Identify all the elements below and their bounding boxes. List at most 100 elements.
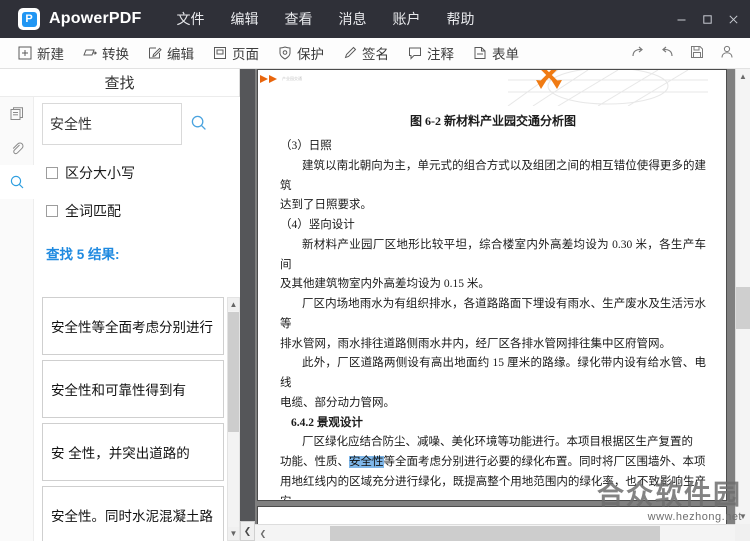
convert-icon — [82, 45, 98, 61]
results-scrollbar[interactable]: ▲ ▼ — [227, 297, 240, 541]
vertical-scroll-thumb[interactable] — [736, 287, 750, 329]
toolbar-button-protect[interactable]: 保护 — [268, 38, 333, 69]
doc-paragraph: 电缆、部分动力管网。 — [280, 396, 395, 409]
viewer-vertical-scrollbar[interactable]: ▲ ▼ — [735, 69, 750, 524]
comment-icon — [407, 45, 423, 61]
scroll-left-button[interactable]: ❮ — [255, 525, 271, 541]
undo-button[interactable] — [652, 38, 682, 69]
save-icon — [689, 44, 705, 63]
toolbar-label-protect: 保护 — [297, 47, 324, 62]
doc-paragraph: 及其他建筑物室内外高差均设为 0.15 米。 — [280, 278, 490, 291]
account-button[interactable] — [712, 38, 742, 69]
result-item-2[interactable]: 安全性和可靠性得到有 — [42, 360, 224, 418]
search-icon — [9, 174, 25, 190]
window-controls — [668, 0, 746, 38]
minimize-button[interactable] — [668, 7, 694, 31]
redo-button[interactable] — [622, 38, 652, 69]
figure-caption: 图 6-2 新材料产业园交通分析图 — [410, 114, 576, 128]
menu-item-edit[interactable]: 编辑 — [217, 5, 271, 33]
horizontal-scroll-thumb[interactable] — [330, 526, 660, 541]
menu-item-view[interactable]: 查看 — [271, 5, 325, 33]
panel-title: 查找 — [0, 69, 239, 97]
results-header: 查找 5 结果: — [46, 247, 120, 262]
scroll-up-button[interactable]: ▲ — [736, 69, 750, 84]
whole-word-checkbox[interactable] — [46, 205, 58, 217]
menu-item-help[interactable]: 帮助 — [433, 5, 487, 33]
result-item-4[interactable]: 安全性。同时水泥混凝土路 — [42, 486, 224, 541]
pdf-page-current: 产业园交通 图 6-2 新材料产业园交通分析图 （3）日照 建筑以南北朝向为主，… — [257, 69, 727, 501]
toolbar-button-new[interactable]: 新建 — [8, 38, 73, 69]
svg-text:产业园交通: 产业园交通 — [282, 75, 302, 81]
toolbar-button-page[interactable]: 页面 — [203, 38, 268, 69]
results-container: 安全性等全面考虑分别进行 安全性和可靠性得到有 安 全性，并突出道路的 安全性。… — [42, 297, 240, 541]
result-item-1[interactable]: 安全性等全面考虑分别进行 — [42, 297, 224, 355]
doc-paragraph-with-match: 功能、性质、安全性等全面考虑分别进行必要的绿化布置。同时将厂区围墙外、本项 — [280, 453, 706, 473]
toolbar-right-group — [622, 38, 742, 69]
doc-paragraph: 排水管网，雨水排往道路侧雨水井内，经厂区各排水管网排往集中区府管网。 — [280, 337, 671, 350]
search-panel: 查找 安全性 区分大小写 全词匹配 查找 5 结果: 安全性等全面考虑分别进行 … — [0, 69, 240, 541]
option-whole-word[interactable]: 全词匹配 — [34, 183, 240, 221]
collapse-panel-button[interactable]: ❮ — [240, 521, 255, 541]
doc-paragraph: 达到了日照要求。 — [280, 199, 372, 212]
menu-bar: 文件 编辑 查看 消息 账户 帮助 — [163, 5, 487, 33]
menu-item-message[interactable]: 消息 — [325, 5, 379, 33]
toolbar-button-form[interactable]: 表单 — [463, 38, 528, 69]
save-button[interactable] — [682, 38, 712, 69]
results-scroll-thumb[interactable] — [228, 312, 239, 432]
toolbar-label-comment: 注释 — [427, 47, 454, 62]
whole-word-label: 全词匹配 — [65, 203, 121, 219]
doc-paragraph: 新材料产业园厂区地形比较平坦，综合楼室内外高差均设为 0.30 米，各生产车间 — [280, 238, 706, 271]
search-body: 区分大小写 全词匹配 查找 5 结果: 安全性等全面考虑分别进行 安全性和可靠性… — [34, 97, 240, 541]
main-toolbar: 新建 转换 编辑 页面 保护 签名 注释 表单 — [0, 38, 750, 69]
toolbar-button-signature[interactable]: 签名 — [333, 38, 398, 69]
menu-item-account[interactable]: 账户 — [379, 5, 433, 33]
close-button[interactable] — [720, 7, 746, 31]
search-match-highlight[interactable]: 安全性 — [349, 456, 384, 469]
edit-icon — [147, 45, 163, 61]
document-viewer[interactable]: 产业园交通 图 6-2 新材料产业园交通分析图 （3）日照 建筑以南北朝向为主，… — [255, 69, 750, 541]
toolbar-button-comment[interactable]: 注释 — [398, 38, 463, 69]
match-case-checkbox[interactable] — [46, 167, 58, 179]
page-icon — [212, 45, 228, 61]
account-icon — [719, 44, 735, 63]
app-logo-icon: P — [18, 8, 40, 30]
doc-paragraph: 用地红线内的区域充分进行绿化，既提高整个用地范围内的绿化率，也不致影响生产安 — [280, 476, 706, 500]
thumbnails-icon — [9, 106, 25, 122]
rail-button-search[interactable] — [0, 165, 34, 199]
result-item-3[interactable]: 安 全性，并突出道路的 — [42, 423, 224, 481]
panel-splitter[interactable]: ❮ — [240, 69, 255, 541]
undo-icon — [659, 44, 676, 64]
toolbar-label-new: 新建 — [37, 47, 64, 62]
new-document-icon — [17, 45, 33, 61]
results-scroll-down-button[interactable]: ▼ — [228, 527, 239, 540]
toolbar-button-convert[interactable]: 转换 — [73, 38, 138, 69]
menu-item-file[interactable]: 文件 — [163, 5, 217, 33]
match-suffix: 等全面考虑分别进行必要的绿化布置。同时将厂区围墙外、本项 — [383, 456, 706, 469]
results-scroll-up-button[interactable]: ▲ — [228, 298, 239, 311]
toolbar-label-form: 表单 — [492, 47, 519, 62]
toolbar-label-page: 页面 — [232, 47, 259, 62]
toolbar-button-edit[interactable]: 编辑 — [138, 38, 203, 69]
viewer-horizontal-scrollbar[interactable]: ❮ — [255, 524, 735, 541]
pdf-page-content: 产业园交通 图 6-2 新材料产业园交通分析图 （3）日照 建筑以南北朝向为主，… — [258, 70, 726, 500]
shield-protect-icon — [277, 45, 293, 61]
doc-paragraph: 厂区绿化应结合防尘、减噪、美化环境等功能进行。本项目根据区生产复置的 — [302, 436, 693, 449]
search-input[interactable] — [42, 103, 182, 145]
toolbar-label-convert: 转换 — [102, 47, 129, 62]
search-submit-button[interactable] — [182, 103, 216, 145]
match-case-label: 区分大小写 — [65, 165, 135, 181]
option-match-case[interactable]: 区分大小写 — [34, 145, 240, 183]
maximize-button[interactable] — [694, 7, 720, 31]
collapse-left-icon: ❮ — [243, 525, 252, 536]
rail-button-thumbnails[interactable] — [0, 97, 34, 131]
doc-paragraph: 建筑以南北朝向为主，单元式的组合方式以及组团之间的相互错位使得更多的建筑 — [280, 159, 706, 192]
figure-diagram: 产业园交通 — [258, 70, 726, 106]
app-logo-letter: P — [21, 11, 37, 27]
toolbar-label-signature: 签名 — [362, 47, 389, 62]
search-icon — [190, 114, 208, 135]
doc-heading: 6.4.2 景观设计 — [291, 416, 363, 429]
panel-rail — [0, 97, 34, 541]
rail-button-attachment[interactable] — [0, 131, 34, 165]
scroll-down-button[interactable]: ▼ — [736, 509, 750, 524]
search-input-row — [34, 97, 240, 145]
